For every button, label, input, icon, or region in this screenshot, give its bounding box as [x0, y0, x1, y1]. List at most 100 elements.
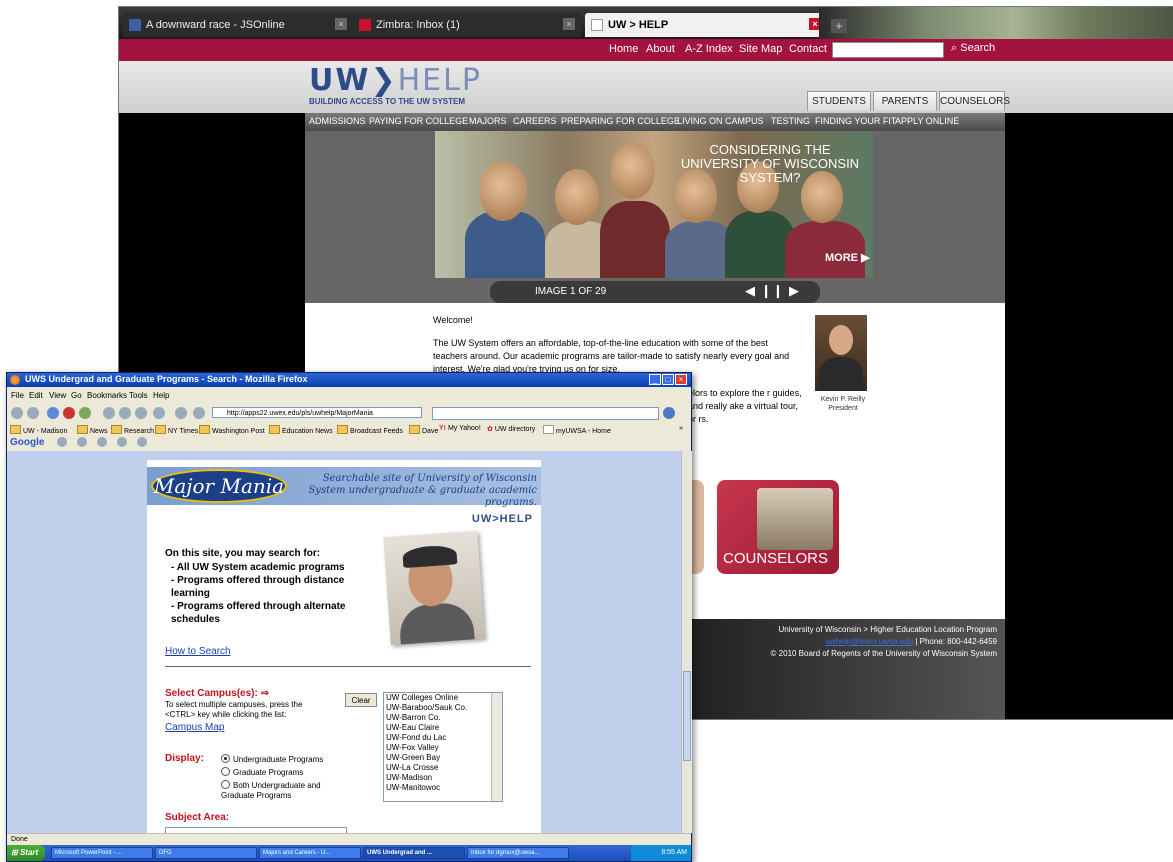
toolbar-icon[interactable]	[103, 407, 115, 419]
how-to-search-link[interactable]: How to Search	[165, 646, 231, 657]
toolbar-icon[interactable]	[77, 437, 87, 447]
menu-view[interactable]: View	[49, 391, 66, 400]
address-bar[interactable]: http://apps22.uwex.edu/pls/uwhelp/MajorM…	[212, 407, 422, 418]
bookmark-uw-directory[interactable]: ✿ UW directory	[487, 425, 535, 433]
taskbar-item-majors-careers[interactable]: Majors and Careers - U...	[259, 847, 361, 859]
listbox-scrollbar[interactable]	[491, 693, 502, 801]
page-scrollbar[interactable]	[681, 451, 692, 833]
list-item[interactable]: UW-Fond du Lac	[384, 733, 502, 743]
footer-email-link[interactable]: uwhelp@learn.uwsa.edu	[825, 637, 913, 646]
bookmark-broadcast-feeds[interactable]: Broadcast Feeds	[337, 425, 403, 435]
forward-icon[interactable]	[27, 407, 39, 419]
taskbar-item-powerpoint[interactable]: Microsoft PowerPoint - ...	[51, 847, 153, 859]
counselors-card[interactable]: COUNSELORS	[717, 480, 839, 574]
bookmark-uw-madison[interactable]: UW - Madison	[10, 425, 67, 435]
new-tab-button[interactable]: +	[831, 19, 847, 33]
toolbar-icon[interactable]	[137, 437, 147, 447]
scrollbar-thumb[interactable]	[683, 671, 691, 761]
bookmark-dave[interactable]: Dave	[409, 425, 438, 435]
close-icon[interactable]: ×	[335, 18, 347, 30]
menu-finding-your-fit[interactable]: FINDING YOUR FIT	[815, 116, 896, 126]
prev-pause-next-controls[interactable]: ◀ ❙❙ ▶	[745, 283, 800, 299]
reload-icon[interactable]	[47, 407, 59, 419]
taskbar-item-dfg[interactable]: DFG	[155, 847, 257, 859]
menu-help[interactable]: Help	[153, 391, 169, 400]
menu-bookmarks[interactable]: Bookmarks	[87, 391, 127, 400]
tab-zimbra[interactable]: Zimbra: Inbox (1) ×	[353, 13, 581, 37]
tab-counselors[interactable]: COUNSELORS	[939, 91, 1010, 111]
toolbar-icon[interactable]	[119, 407, 131, 419]
bookmark-my-yahoo[interactable]: Y! My Yahoo!	[439, 425, 481, 432]
menu-careers[interactable]: CAREERS	[513, 116, 557, 126]
search-input[interactable]	[832, 42, 944, 58]
tab-jsonline[interactable]: A downward race - JSOnline ×	[123, 13, 353, 37]
menu-tools[interactable]: Tools	[129, 391, 148, 400]
campus-listbox[interactable]: UW Colleges Online UW-Baraboo/Sauk Co. U…	[383, 692, 503, 802]
menu-go[interactable]: Go	[71, 391, 82, 400]
list-item[interactable]: UW-Barron Co.	[384, 713, 502, 723]
tab-students[interactable]: STUDENTS	[807, 91, 871, 111]
bookmark-news[interactable]: News	[77, 425, 108, 435]
toolbar-icon[interactable]	[153, 407, 165, 419]
menu-edit[interactable]: Edit	[29, 391, 43, 400]
taskbar-item-uws-undergrad[interactable]: UWS Undergrad and ...	[363, 847, 465, 859]
more-bookmarks-icon[interactable]: »	[679, 425, 683, 432]
taskbar-item-inbox[interactable]: Inbox for dgroux@uwsa...	[467, 847, 569, 859]
bookmark-education-news[interactable]: Education News	[269, 425, 333, 435]
radio-graduate[interactable]: Graduate Programs	[221, 767, 303, 778]
menu-apply-online[interactable]: APPLY ONLINE	[895, 116, 959, 126]
clear-button[interactable]: Clear	[345, 693, 377, 707]
toolbar-search-input[interactable]	[432, 407, 659, 420]
toolbar-icon[interactable]	[97, 437, 107, 447]
tab-uwhelp[interactable]: UW > HELP ×	[585, 13, 827, 37]
start-button[interactable]: ⊞ Start	[7, 845, 45, 861]
maximize-button[interactable]: □	[662, 374, 674, 385]
google-toolbar-logo[interactable]: Google	[10, 437, 44, 448]
nav-about[interactable]: About	[646, 43, 675, 55]
print-icon[interactable]	[175, 407, 187, 419]
menu-admissions[interactable]: ADMISSIONS	[309, 116, 366, 126]
menu-paying-for-college[interactable]: PAYING FOR COLLEGE	[369, 116, 468, 126]
menu-majors[interactable]: MAJORS	[469, 116, 507, 126]
radio-both[interactable]: Both Undergraduate and Graduate Programs	[221, 780, 331, 801]
menu-file[interactable]: File	[11, 391, 24, 400]
nav-site-map[interactable]: Site Map	[739, 43, 782, 55]
nav-az-index[interactable]: A-Z Index	[685, 43, 733, 55]
back-icon[interactable]	[11, 407, 23, 419]
uwhelp-small-logo[interactable]: UW>HELP	[472, 513, 533, 525]
toolbar-icon[interactable]	[193, 407, 205, 419]
list-item[interactable]: UW-La Crosse	[384, 763, 502, 773]
major-mania-logo[interactable]: Major Mania	[151, 469, 287, 503]
nav-home[interactable]: Home	[609, 43, 638, 55]
bookmark-myuwsa[interactable]: myUWSA - Home	[543, 425, 611, 435]
toolbar-icon[interactable]	[135, 407, 147, 419]
home-icon[interactable]	[79, 407, 91, 419]
toolbar-icon[interactable]	[57, 437, 67, 447]
list-item[interactable]: UW-Madison	[384, 773, 502, 783]
campus-map-link[interactable]: Campus Map	[165, 722, 224, 733]
menu-testing[interactable]: TESTING	[771, 116, 810, 126]
list-item[interactable]: UW-Green Bay	[384, 753, 502, 763]
minimize-button[interactable]: _	[649, 374, 661, 385]
go-icon[interactable]	[663, 407, 675, 419]
close-icon[interactable]: ×	[563, 18, 575, 30]
toolbar-icon[interactable]	[117, 437, 127, 447]
list-item[interactable]: UW-Eau Claire	[384, 723, 502, 733]
bookmark-ny-times[interactable]: NY Times	[155, 425, 198, 435]
close-button[interactable]: ×	[675, 374, 687, 385]
nav-contact[interactable]: Contact	[789, 43, 827, 55]
list-item[interactable]: UW-Manitowoc	[384, 783, 502, 793]
hero-more-button[interactable]: MORE ▶	[825, 251, 870, 264]
list-item[interactable]: UW-Fox Valley	[384, 743, 502, 753]
radio-undergraduate[interactable]: Undergraduate Programs	[221, 754, 323, 765]
menu-preparing-for-college[interactable]: PREPARING FOR COLLEGE	[561, 116, 680, 126]
stop-icon[interactable]	[63, 407, 75, 419]
bookmark-research[interactable]: Research	[111, 425, 154, 435]
bookmark-washington-post[interactable]: Washington Post	[199, 425, 265, 435]
uwhelp-logo[interactable]: UW❯HELP	[309, 63, 482, 98]
menu-living-on-campus[interactable]: LIVING ON CAMPUS	[677, 116, 764, 126]
list-item[interactable]: UW Colleges Online	[384, 693, 502, 703]
list-item[interactable]: UW-Baraboo/Sauk Co.	[384, 703, 502, 713]
search-button[interactable]: ⌕ Search	[951, 42, 995, 55]
tab-parents[interactable]: PARENTS	[873, 91, 937, 111]
